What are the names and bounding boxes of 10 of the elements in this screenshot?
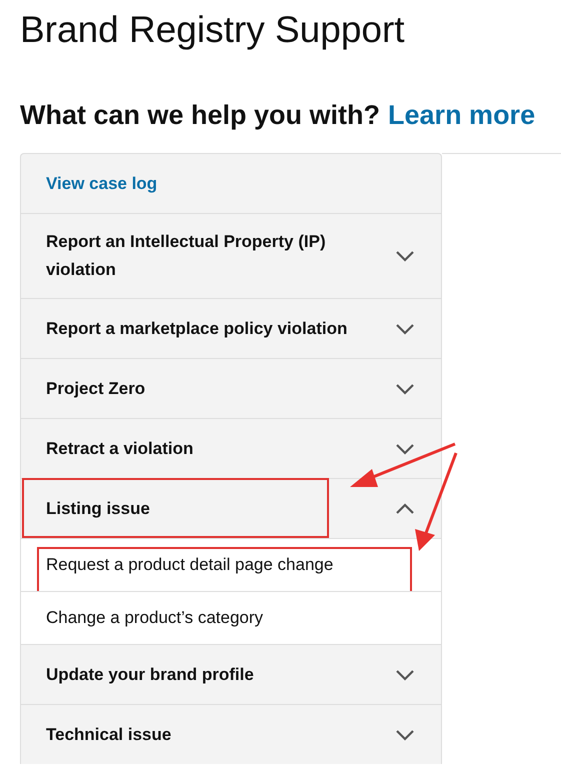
accordion-header[interactable]: Technical issue (21, 704, 441, 764)
accordion-header[interactable]: Update your brand profile (21, 644, 441, 704)
learn-more-link[interactable]: Learn more (388, 100, 536, 131)
submenu-item[interactable]: Change a product’s category (46, 608, 264, 627)
case-log-link[interactable]: View case log (46, 170, 158, 198)
page-title: Brand Registry Support (20, 8, 405, 52)
accordion-header[interactable]: Project Zero (21, 358, 441, 418)
accordion-header[interactable]: Report an Intellectual Property (IP) violation (21, 213, 441, 298)
section-heading: What can we help you with? (20, 100, 380, 131)
accordion-header[interactable]: Report a marketplace policy violation (21, 298, 441, 358)
